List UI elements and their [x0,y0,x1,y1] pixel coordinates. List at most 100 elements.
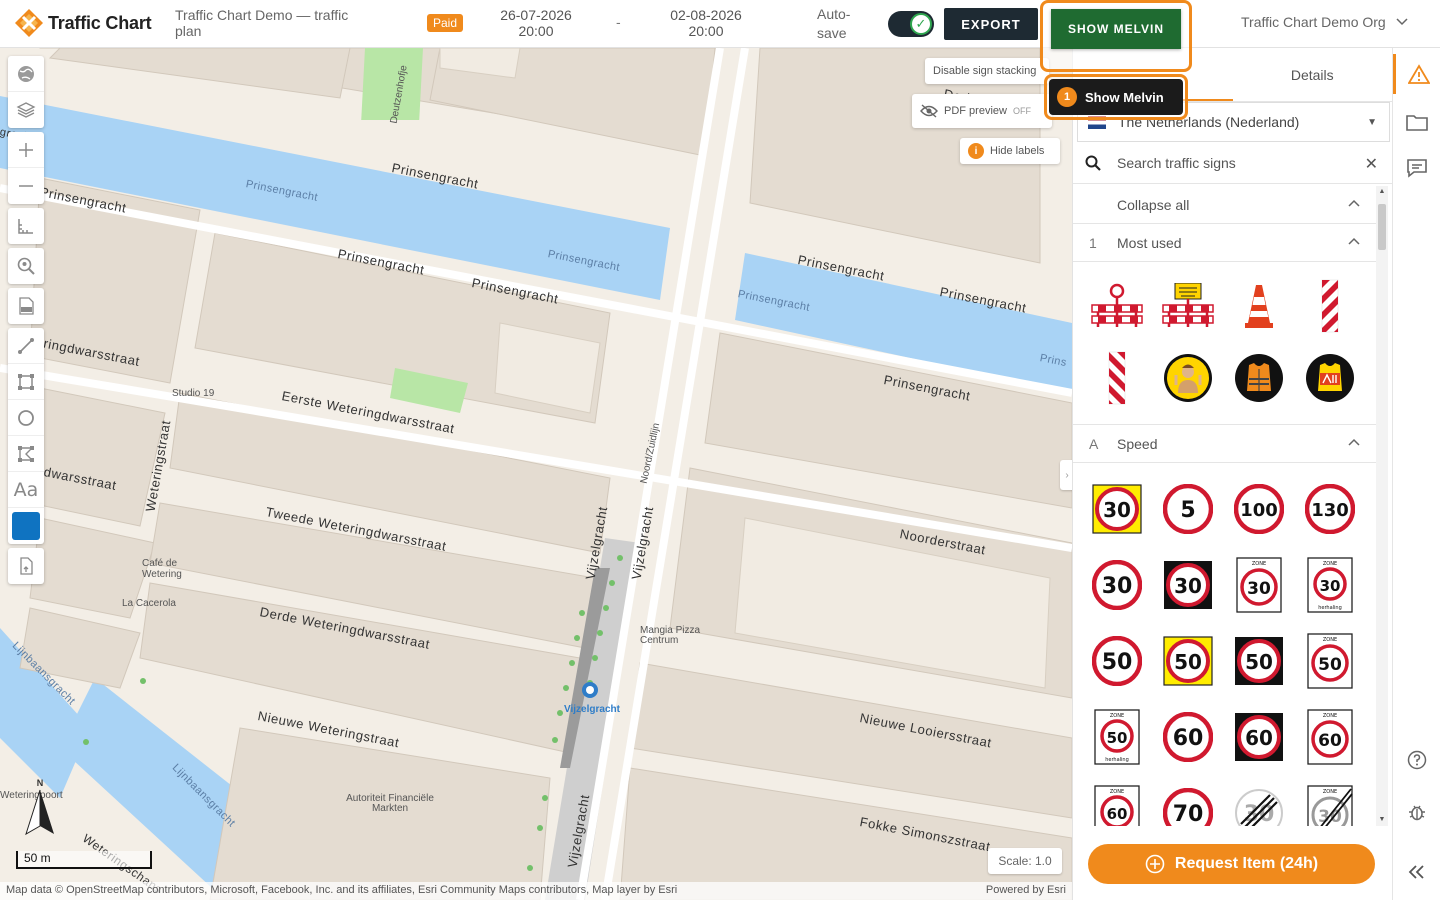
speed-zone-30-herhaling[interactable]: ZONE 30 herhaling [1294,547,1365,623]
zone-label: ZONE [1322,789,1336,795]
speed-zone-60-herhaling[interactable]: ZONE60herhaling [1081,775,1152,826]
sign-search[interactable]: Search traffic signs ✕ [1073,142,1392,184]
speed-value: 130 [1311,500,1349,521]
scroll-thumb[interactable] [1378,204,1386,250]
chevron-up-icon [1348,237,1360,245]
search-input[interactable]: Search traffic signs [1117,155,1236,171]
zone-label: ZONE [1109,789,1123,795]
end-speed-30-sign[interactable]: 30 [1223,775,1294,826]
warning-vest-sign[interactable] [1294,342,1365,414]
pdf-preview-toggle[interactable]: PDF preview OFF [912,94,1052,128]
tooltip-step: 1 [1057,87,1077,107]
barrier-light-sign[interactable] [1081,270,1152,342]
speed-sign-70[interactable]: 70 [1152,775,1223,826]
document-icon[interactable] [8,548,44,584]
speed-limit-icon: 60 [1234,713,1283,761]
safety-vest-sign[interactable] [1223,342,1294,414]
app-logo[interactable]: Traffic Chart [14,8,152,38]
logo-icon [15,9,43,37]
traffic-controller-sign[interactable] [1152,342,1223,414]
close-icon[interactable]: ✕ [1365,154,1378,174]
speed-sign-60-black[interactable]: 60 [1223,699,1294,775]
draw-line-icon[interactable] [8,328,44,364]
speed-sign-30-black[interactable]: 30 [1152,547,1223,623]
start-date[interactable]: 26-07-2026 20:00 [486,7,586,39]
speed-limit-icon: 130 [1304,484,1355,534]
barrier-detour-sign[interactable] [1152,270,1223,342]
sign-list[interactable]: Collapse all 1 Most used A Speed 30 5 10… [1073,186,1377,826]
end-date[interactable]: 02-08-2026 20:00 [656,7,756,39]
speed-zone-50-herhaling[interactable]: ZONE 50 herhaling [1081,699,1152,775]
speed-value: 30 [1174,574,1202,598]
tooltip-body[interactable]: 1 Show Melvin [1049,79,1183,115]
panel-collapse-handle[interactable]: › [1060,460,1072,490]
org-select[interactable]: Traffic Chart Demo Org [1241,14,1408,30]
end-zone-30-sign[interactable]: ZONE30 [1294,775,1365,826]
text-tool-icon[interactable]: Aa [8,472,44,508]
scroll-up-icon[interactable]: ▲ [1376,186,1388,198]
speed-value: 30 [1319,577,1340,595]
warning-vest-icon [1305,354,1354,402]
comments-button[interactable] [1393,148,1440,188]
import-dxf-icon[interactable] [8,288,44,324]
traffic-signs-panel: Details The Netherlands (Nederland) ▼ Se… [1072,48,1392,900]
collapse-all-row[interactable]: Collapse all [1073,186,1377,224]
eye-off-icon [920,104,938,118]
end-zone-icon: ZONE30 [1306,785,1353,826]
zoom-in-icon[interactable] [8,132,44,168]
striped-beacon-sign[interactable] [1294,270,1365,342]
autosave-toggle[interactable]: ✓ [888,11,934,37]
draw-polygon-icon[interactable] [8,436,44,472]
help-button[interactable] [1393,740,1440,780]
speed-sign-60[interactable]: 60 [1152,699,1223,775]
scale-selector[interactable]: Scale: 1.0 [988,848,1062,874]
export-button[interactable]: EXPORT [944,8,1038,40]
zone-label: ZONE [1322,713,1336,719]
striped-beacon-alt-sign[interactable] [1081,342,1152,414]
zoom-out-icon[interactable] [8,168,44,204]
request-item-button[interactable]: Request Item (24h) [1088,844,1375,884]
section-most-used[interactable]: 1 Most used [1073,224,1377,262]
show-melvin-button[interactable]: SHOW MELVIN [1051,9,1181,49]
color-picker[interactable] [8,508,44,544]
search-location-icon[interactable] [8,248,44,284]
speed-sign-50-black[interactable]: 50 [1223,623,1294,699]
herhaling-label: herhaling [1105,757,1129,763]
layers-icon[interactable] [8,92,44,128]
traffic-cone-sign[interactable] [1223,270,1294,342]
speed-sign-50[interactable]: 50 [1081,623,1152,699]
scroll-down-icon[interactable]: ▼ [1376,814,1388,826]
attribution-text: Map data © OpenStreetMap contributors, M… [6,884,678,896]
powered-by[interactable]: Powered by Esri [986,884,1066,896]
speed-sign-5[interactable]: 5 [1152,471,1223,547]
speed-zone-30[interactable]: ZONE 30 [1223,547,1294,623]
speed-sign-130[interactable]: 130 [1294,471,1365,547]
measure-icon[interactable] [8,208,44,244]
globe-icon[interactable] [8,56,44,92]
plan-title[interactable]: Traffic Chart Demo — traffic plan [175,7,375,39]
speed-sign-50-yellow[interactable]: 50 [1152,623,1223,699]
disable-sign-stacking-toggle[interactable]: Disable sign stacking [925,58,1049,84]
striped-beacon-alt-icon [1108,351,1125,405]
warning-icon [1407,64,1430,84]
speed-zone-50[interactable]: ZONE 50 [1294,623,1365,699]
sign-list-scrollbar[interactable]: ▲ ▼ [1376,186,1388,826]
speed-value: 50 [1101,650,1132,675]
map-canvas[interactable]: Prinsengracht Prinsengracht Prinsengrach… [0,48,1072,900]
collapse-panel-button[interactable] [1393,852,1440,892]
speed-sign-100[interactable]: 100 [1223,471,1294,547]
draw-circle-icon[interactable] [8,400,44,436]
folder-button[interactable] [1393,102,1440,142]
bug-report-button[interactable] [1393,792,1440,832]
draw-rectangle-icon[interactable] [8,364,44,400]
section-speed[interactable]: A Speed [1073,425,1377,463]
speed-value: 30 [1247,579,1271,599]
tab-details[interactable]: Details [1233,48,1393,101]
speed-value: 60 [1245,726,1273,750]
warning-signs-button[interactable] [1393,54,1440,94]
speed-sign-30[interactable]: 30 [1081,547,1152,623]
hide-labels-toggle[interactable]: i Hide labels [960,138,1060,164]
speed-zone-60[interactable]: ZONE 60 [1294,699,1365,775]
speed-zone-icon: ZONE 50 [1306,633,1353,689]
speed-sign-30-yellow[interactable]: 30 [1081,471,1152,547]
